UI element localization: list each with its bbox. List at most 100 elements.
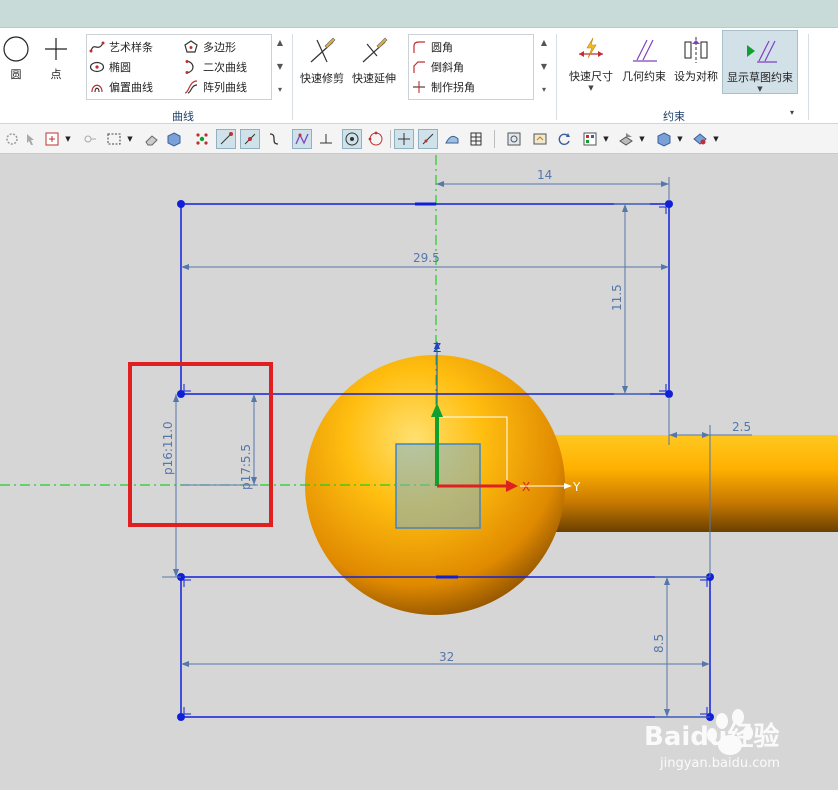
shaft-cylinder[interactable] (545, 435, 838, 532)
chamfer-label: 倒斜角 (431, 61, 464, 74)
snap-existing-point-icon[interactable] (394, 129, 414, 149)
snap-point-icon[interactable] (80, 129, 100, 149)
pattern-curve-item[interactable]: 阵列曲线 (183, 77, 247, 97)
sketch-view[interactable]: Z X Y 14 29.5 11.5 2.5 p16:11.0 p17:5.5 … (0, 155, 838, 790)
chamfer-item[interactable]: 倒斜角 (411, 57, 464, 77)
curve-gallery: 艺术样条 椭圆 偏置曲线 多边形 二次曲线 阵列曲线 (86, 34, 272, 100)
scroll-more-icon: ▾ (277, 85, 282, 94)
pattern-curve-icon (183, 79, 199, 95)
show-sketch-constraints-icon (747, 40, 777, 63)
make-corner-item[interactable]: 制作拐角 (411, 77, 475, 97)
dim-top-span[interactable]: 29.5 (413, 251, 440, 265)
curve-gallery-scroll[interactable]: ▲ ▼ ▾ (275, 38, 285, 94)
show-constraints-dropdown-icon[interactable]: ▼ (723, 85, 797, 93)
rotate-view-icon[interactable] (554, 129, 574, 149)
dim-top-height[interactable]: 11.5 (610, 284, 624, 311)
corner-gallery: 圆角 倒斜角 制作拐角 (408, 34, 534, 100)
snap-point-on-curve-icon[interactable] (418, 129, 438, 149)
ribbon: 圆 点 艺术样条 椭圆 偏置曲线 多边形 二次曲线 阵列曲线 ▲ ▼ ▾ 曲线 … (0, 28, 838, 124)
dropdown-arrow-icon-2[interactable]: ▼ (124, 129, 136, 149)
render-style-icon[interactable] (580, 129, 600, 149)
dim-right-offset[interactable]: 2.5 (732, 420, 751, 434)
snap-bounded-grid-icon[interactable] (466, 129, 486, 149)
snap-surface-icon[interactable] (442, 129, 462, 149)
edit-section-icon[interactable] (690, 129, 710, 149)
spline-icon (89, 39, 105, 55)
snap-quadrant-icon[interactable] (366, 129, 386, 149)
select-filter-icon[interactable] (22, 129, 42, 149)
quick-extend-label: 快速延伸 (352, 72, 396, 85)
offset-curve-label: 偏置曲线 (109, 81, 153, 94)
dropdown-arrow-icon-3[interactable]: ▼ (600, 129, 612, 149)
show-sketch-constraints-button[interactable]: 显示草图约束 ▼ (722, 30, 798, 94)
display-mode-icon[interactable] (654, 129, 674, 149)
quick-extend-icon (362, 37, 388, 63)
circle-icon (3, 36, 29, 62)
fillet-icon (411, 39, 427, 55)
rectangle-select-icon[interactable] (104, 129, 124, 149)
dim-p16[interactable]: p16:11.0 (161, 421, 175, 475)
quick-trim-icon (310, 37, 336, 63)
fillet-item[interactable]: 圆角 (411, 37, 453, 57)
z-axis-label: Z (433, 341, 441, 355)
set-symmetric-button[interactable]: 设为对称 (672, 36, 720, 84)
polygon-label: 多边形 (203, 41, 236, 54)
point-icon (45, 38, 67, 60)
title-bar (0, 0, 838, 28)
polygon-icon (183, 39, 199, 55)
dim-bottom-span[interactable]: 32 (439, 650, 454, 664)
select-add-icon[interactable] (42, 129, 62, 149)
dim-p17[interactable]: p17:5.5 (239, 444, 253, 490)
view-orientation-icon[interactable] (616, 129, 636, 149)
x-axis-label: X (522, 480, 530, 494)
corner-gallery-scroll[interactable]: ▲ ▼ ▾ (539, 38, 549, 94)
graphics-canvas[interactable]: Z X Y 14 29.5 11.5 2.5 p16:11.0 p17:5.5 … (0, 155, 838, 790)
polygon-item[interactable]: 多边形 (183, 37, 236, 57)
scroll-down-icon: ▼ (276, 61, 284, 71)
dim-bottom-height[interactable]: 8.5 (652, 634, 666, 653)
geometric-constraints-button[interactable]: 几何约束 (618, 36, 670, 84)
quick-dimension-button[interactable]: 快速尺寸 ▼ (564, 36, 618, 92)
snap-intersection-icon[interactable] (292, 129, 312, 149)
snap-midpoint-icon[interactable] (240, 129, 260, 149)
point-button[interactable]: 点 (42, 36, 70, 82)
zoom-view-icon[interactable] (530, 129, 550, 149)
snap-center-icon[interactable] (342, 129, 362, 149)
ellipse-icon (89, 59, 105, 75)
offset-curve-item[interactable]: 偏置曲线 (89, 77, 153, 97)
snap-perpendicular-icon[interactable] (316, 129, 336, 149)
eraser-icon[interactable] (142, 129, 162, 149)
snap-grid-points-icon[interactable] (192, 129, 212, 149)
conic-item[interactable]: 二次曲线 (183, 57, 247, 77)
watermark-url-text: jingyan.baidu.com (659, 756, 780, 771)
dropdown-arrow-icon-4[interactable]: ▼ (636, 129, 648, 149)
y-axis-label: Y (572, 480, 581, 494)
spline-item[interactable]: 艺术样条 (89, 37, 153, 57)
dropdown-arrow-icon[interactable]: ▼ (62, 129, 74, 149)
quick-dimension-label: 快速尺寸 (569, 70, 613, 83)
constraint-group-expand-icon[interactable]: ▾ (790, 108, 794, 117)
fillet-label: 圆角 (431, 41, 453, 54)
make-corner-icon (411, 79, 427, 95)
dropdown-arrow-icon-5[interactable]: ▼ (674, 129, 686, 149)
quick-dimension-icon (579, 37, 603, 59)
circle-button[interactable]: 圆 (2, 36, 30, 82)
fit-view-icon[interactable] (504, 129, 524, 149)
set-symmetric-icon (684, 37, 708, 63)
geometric-constraints-label: 几何约束 (622, 70, 666, 83)
chamfer-icon (411, 59, 427, 75)
dropdown-arrow-icon-6[interactable]: ▼ (710, 129, 722, 149)
conic-icon (183, 59, 199, 75)
snap-endpoint-icon[interactable] (216, 129, 236, 149)
show-sketch-constraints-label: 显示草图约束 (727, 71, 793, 84)
quick-dimension-dropdown-icon[interactable]: ▼ (564, 84, 618, 92)
spline-label: 艺术样条 (109, 41, 153, 54)
quick-trim-button[interactable]: 快速修剪 (298, 36, 346, 86)
snap-curve-icon[interactable] (264, 129, 284, 149)
solid-body-icon[interactable] (164, 129, 184, 149)
point-label: 点 (50, 68, 62, 81)
snap-gear-icon[interactable] (2, 129, 22, 149)
ellipse-item[interactable]: 椭圆 (89, 57, 131, 77)
quick-extend-button[interactable]: 快速延伸 (350, 36, 398, 86)
dim-top-width[interactable]: 14 (537, 168, 552, 182)
